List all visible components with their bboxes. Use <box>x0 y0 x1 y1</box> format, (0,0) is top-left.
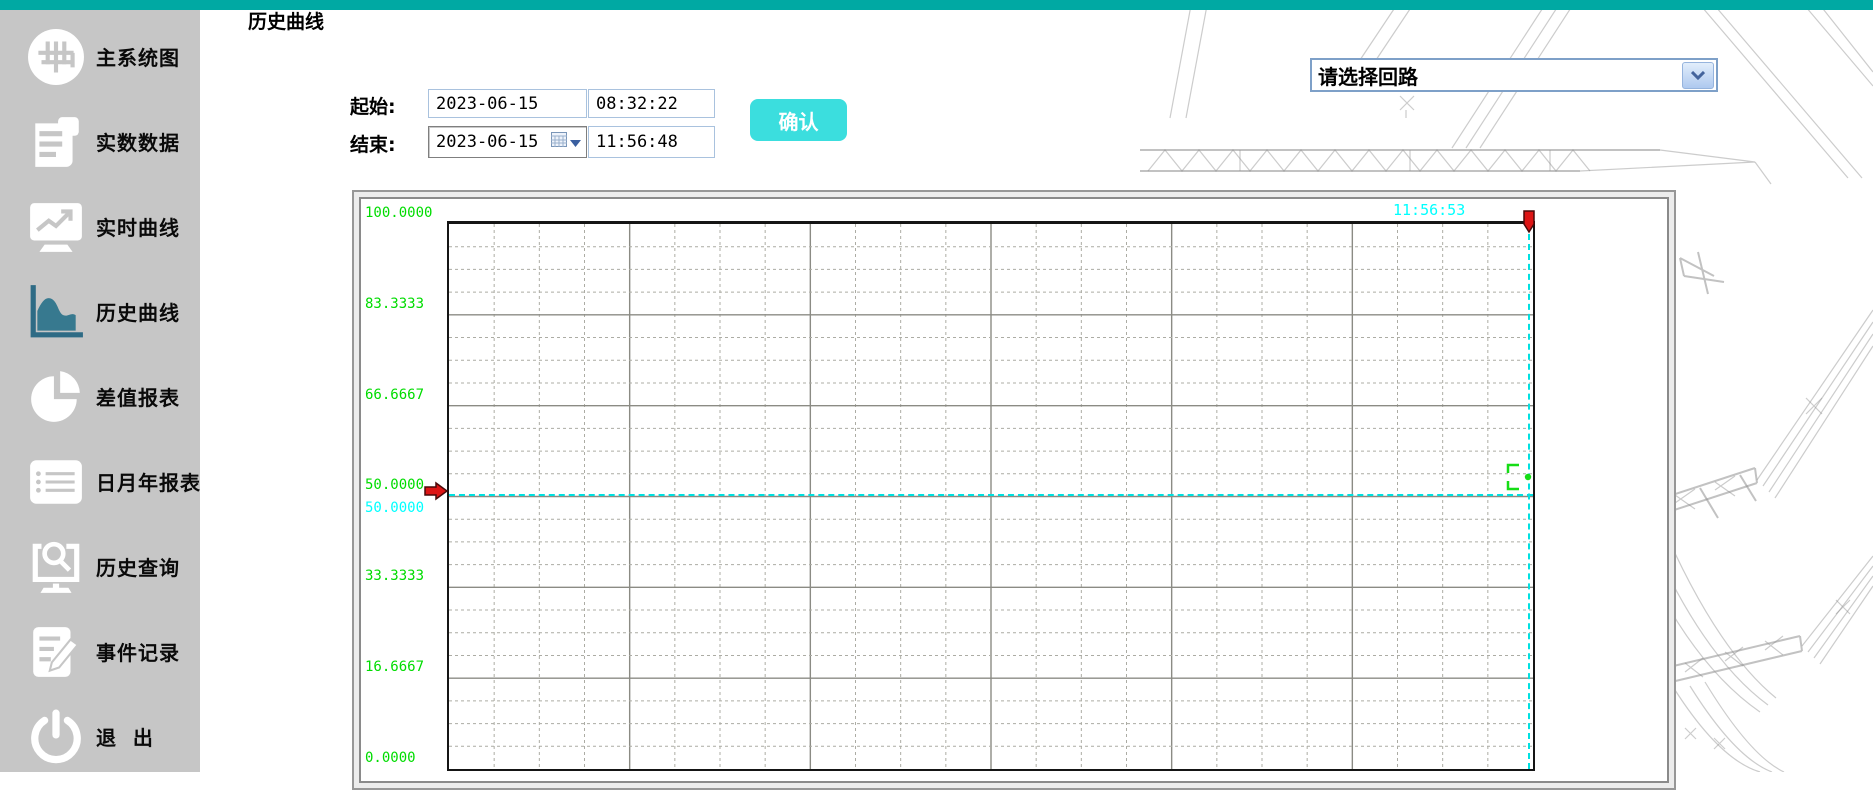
sidebar-item-label: 日月年报表 <box>96 471 201 495</box>
dmy-report-icon <box>26 452 86 512</box>
real-data-icon <box>26 112 86 172</box>
chart-panel: 100.0000 83.3333 66.6667 50.0000 33.3333… <box>352 190 1676 790</box>
sidebar-item-label: 主系统图 <box>96 46 180 70</box>
sidebar-item-label: 历史查询 <box>96 556 180 580</box>
start-label: 起始: <box>350 96 396 118</box>
end-date-value: 2023-06-15 <box>436 132 539 152</box>
sidebar-item-diff-report[interactable]: 差值报表 <box>0 354 200 439</box>
cursor-time-label: 11:56:53 <box>1393 201 1466 219</box>
y-axis-tick: 0.0000 <box>365 750 416 766</box>
history-query-icon <box>26 537 86 597</box>
cursor-point-marker <box>1506 463 1532 491</box>
date-dropdown-arrow-icon[interactable] <box>570 132 581 152</box>
sidebar-item-main-system[interactable]: 主系统图 <box>0 14 200 99</box>
y-axis-tick: 100.0000 <box>365 205 433 221</box>
sidebar-item-label: 退 出 <box>96 726 154 750</box>
sidebar-item-dmy-report[interactable]: 日月年报表 <box>0 439 200 524</box>
realtime-curve-icon <box>26 197 86 257</box>
grid-lines <box>449 224 1533 769</box>
cursor-value-label: 50.0000 <box>365 500 425 516</box>
diff-report-icon <box>26 367 86 427</box>
y-axis-tick: 83.3333 <box>365 296 425 312</box>
sidebar-item-realtime-curve[interactable]: 实时曲线 <box>0 184 200 269</box>
confirm-button[interactable]: 确认 <box>750 99 847 141</box>
exit-icon <box>26 707 86 767</box>
sidebar-item-label: 差值报表 <box>96 386 180 410</box>
end-date-picker[interactable]: 2023-06-15 <box>428 126 587 158</box>
end-label: 结束: <box>350 134 396 156</box>
start-time-input[interactable]: 08:32:22 <box>588 89 715 118</box>
cursor-flag-icon[interactable] <box>1521 210 1537 234</box>
y-axis-tick: 16.6667 <box>365 659 425 675</box>
sidebar-item-label: 事件记录 <box>96 641 180 665</box>
y-axis-tick: 33.3333 <box>365 568 425 584</box>
sidebar-item-label: 历史曲线 <box>96 301 180 325</box>
chevron-down-icon[interactable] <box>1682 61 1714 89</box>
sidebar-item-real-data[interactable]: 实数数据 <box>0 99 200 184</box>
page-title: 历史曲线 <box>248 11 325 33</box>
main-system-icon <box>26 27 86 87</box>
event-record-icon <box>26 622 86 682</box>
end-time-input[interactable]: 11:56:48 <box>588 126 715 158</box>
sidebar-item-event-record[interactable]: 事件记录 <box>0 609 200 694</box>
sidebar-item-label: 实数数据 <box>96 131 180 155</box>
app-window: { "colors": { "accent_teal": "#00A9A3", … <box>0 0 1873 790</box>
plot-area[interactable] <box>447 221 1535 771</box>
cursor-horizontal-line <box>449 494 1533 496</box>
sidebar-item-history-curve[interactable]: 历史曲线 <box>0 269 200 354</box>
sidebar-item-exit[interactable]: 退 出 <box>0 694 200 779</box>
sidebar-nav: 主系统图 实数数据 实时曲线 历史曲线 差值报表 日月年报表 历史查询 事件记录… <box>0 10 200 772</box>
calendar-icon <box>551 132 567 152</box>
sidebar-item-history-query[interactable]: 历史查询 <box>0 524 200 609</box>
start-date-input[interactable]: 2023-06-15 <box>428 89 587 118</box>
y-axis-tick: 50.0000 <box>365 477 425 493</box>
circuit-select-value: 请选择回路 <box>1318 64 1418 89</box>
history-curve-icon <box>26 282 86 342</box>
cursor-left-arrow-icon[interactable] <box>423 481 449 501</box>
chart-canvas: 100.0000 83.3333 66.6667 50.0000 33.3333… <box>359 197 1669 783</box>
y-axis-tick: 66.6667 <box>365 387 425 403</box>
sidebar-item-label: 实时曲线 <box>96 216 180 240</box>
cursor-vertical-line <box>1528 224 1530 769</box>
circuit-select[interactable]: 请选择回路 <box>1310 58 1718 92</box>
